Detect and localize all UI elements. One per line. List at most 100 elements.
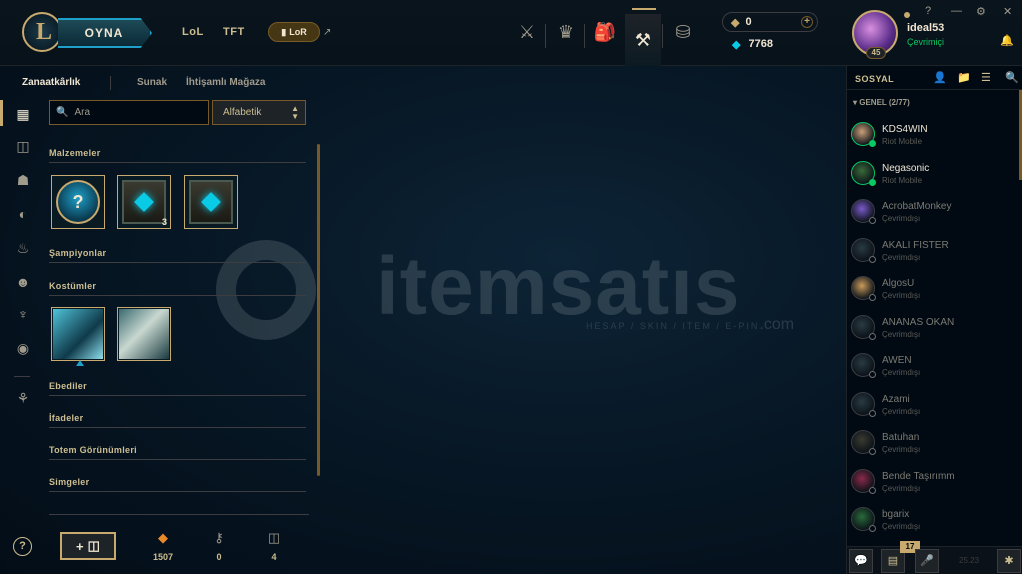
close-icon[interactable]: ✕ [1003, 5, 1012, 18]
champion-icon[interactable]: ☗ [14, 172, 32, 190]
skin-tile[interactable] [117, 307, 171, 361]
social-header: SOSYAL 👤 📁 ☰ 🔍 [847, 66, 1022, 90]
section-skins: Kostümler [49, 281, 97, 291]
orange-essence-stat: ◆ 1507 [143, 530, 183, 562]
nav-lol[interactable]: LoL [182, 26, 204, 38]
chest-icon: ◫ [87, 538, 100, 553]
list-icon[interactable]: ☰ [981, 71, 991, 84]
voice-icon[interactable]: 🎤 [915, 549, 939, 573]
status-dot [869, 255, 876, 263]
masterwork-chest-icon [189, 180, 233, 224]
mystery-orb-icon: ? [56, 180, 100, 224]
friend-status: Çevrimdışı [882, 368, 921, 377]
lor-button[interactable]: ▮ LoR [268, 22, 320, 42]
nav-tft[interactable]: TFT [223, 26, 245, 38]
friend-row[interactable]: ANANAS OKAN Çevrimdışı [847, 311, 1015, 349]
summoner-icon[interactable]: ◉ [14, 340, 32, 358]
clash-icon[interactable]: ⚔ [509, 14, 545, 50]
friend-name: AcrobatMonkey [882, 201, 952, 212]
totem-icon[interactable]: ♆ [14, 306, 32, 324]
notification-dot [904, 12, 910, 18]
friend-row[interactable]: Bende Taşırımm Çevrimdışı [847, 465, 1015, 503]
section-divider [49, 295, 306, 296]
friend-row[interactable]: Negasonic Riot Mobile [847, 157, 1015, 195]
help-icon[interactable]: ? [925, 5, 931, 17]
loot-icon[interactable]: ⚒ [625, 14, 661, 66]
emote-icon[interactable]: ☻ [14, 274, 32, 292]
gear-icon[interactable]: ⚙ [976, 5, 986, 18]
username[interactable]: ideal53 [907, 22, 944, 34]
friend-name: Negasonic [882, 162, 930, 174]
add-friend-icon[interactable]: 👤 [933, 71, 947, 84]
rp-balance[interactable]: ◆ 0 + [722, 12, 818, 32]
tab-altar[interactable]: Sunak [137, 77, 167, 88]
orange-essence-icon: ◆ [158, 530, 168, 545]
search-field[interactable]: 🔍 [49, 100, 209, 125]
friend-group-header[interactable]: ▾ GENEL (2/77) [853, 98, 910, 107]
content-scrollbar[interactable] [317, 144, 320, 476]
external-link-icon: ↗ [323, 27, 332, 38]
rarity-gem-icon [76, 360, 84, 366]
minimize-icon[interactable]: — [951, 5, 962, 17]
social-title: SOSYAL [855, 74, 895, 84]
store-icon[interactable]: ⛁ [665, 14, 701, 50]
search-icon[interactable]: 🔍 [1005, 71, 1019, 84]
tab-mythic-shop[interactable]: İhtişamlı Mağaza [186, 77, 265, 88]
blue-essence-icon: ◆ [732, 39, 741, 51]
friend-name: bgarix [882, 509, 910, 520]
bell-icon[interactable]: 🔔 [1000, 34, 1014, 47]
league-logo[interactable]: L [22, 12, 62, 52]
friend-status: Çevrimdışı [882, 522, 921, 531]
friend-row[interactable]: AWEN Çevrimdışı [847, 349, 1015, 387]
friend-row[interactable]: AKALI FISTER Çevrimdışı [847, 234, 1015, 272]
section-divider [49, 262, 306, 263]
grid-icon[interactable]: ▦ [14, 106, 32, 124]
lor-icon: ▮ [281, 26, 287, 37]
friend-status: Çevrimdışı [882, 329, 921, 339]
add-folder-icon[interactable]: 📁 [957, 71, 971, 84]
buy-rp-button[interactable]: + [801, 16, 813, 28]
material-tile[interactable]: ? [51, 175, 105, 229]
tab-crafting[interactable]: Zanaatkârlık [22, 77, 80, 88]
status-dot [869, 448, 876, 455]
section-divider [49, 162, 306, 163]
help-button[interactable]: ? [13, 537, 32, 556]
crafting-icon[interactable]: ⚘ [14, 390, 32, 408]
watermark-sub: HESAP / SKIN / ITEM / E-PIN.com [586, 316, 795, 333]
be-balance: ◆ 7768 [732, 38, 773, 51]
watermark-logo [216, 240, 316, 340]
section-totems: Totem Görünümleri [49, 445, 137, 455]
bug-icon[interactable]: ✱ [997, 549, 1021, 573]
friend-row[interactable]: Azami Çevrimdışı [847, 388, 1015, 426]
search-icon: 🔍 [56, 107, 69, 118]
hextech-chest-icon [122, 180, 166, 224]
skin-tile[interactable] [51, 307, 105, 366]
status-dot [869, 294, 876, 301]
friend-row[interactable]: KDS4WIN Riot Mobile [847, 118, 1015, 156]
material-tile[interactable]: 3 [117, 175, 171, 229]
skin-mask-icon[interactable]: ◐ [14, 206, 32, 224]
ward-icon[interactable]: ♨ [14, 240, 32, 258]
friend-row[interactable]: bgarix Çevrimdışı [847, 503, 1015, 541]
play-button[interactable]: OYNA [58, 18, 152, 48]
skin-image [53, 309, 103, 359]
status-dot [869, 140, 876, 147]
user-status[interactable]: Çevrimiçi [907, 37, 944, 47]
currency-display: ◆ 0 + ◆ 7768 [722, 12, 818, 56]
add-chest-button[interactable]: + ◫ [60, 532, 116, 560]
sort-dropdown[interactable]: Alfabetik ▲ ▼ [212, 100, 306, 125]
ranked-icon[interactable]: ♛ [548, 14, 584, 50]
friend-row[interactable]: AlgosU Çevrimdışı [847, 272, 1015, 310]
search-input[interactable] [74, 107, 205, 118]
status-dot [869, 217, 876, 224]
friend-status: Çevrimdışı [882, 252, 921, 262]
collection-icon[interactable]: 🎒 [587, 14, 623, 50]
social-panel: SOSYAL 👤 📁 ☰ 🔍 ▾ GENEL (2/77) KDS4WIN Rio… [846, 66, 1022, 574]
friend-name: Azami [882, 393, 910, 405]
material-tile[interactable] [184, 175, 238, 229]
chat-icon[interactable]: 💬 [849, 549, 873, 573]
chest-icon[interactable]: ◫ [14, 138, 32, 156]
friend-row[interactable]: AcrobatMonkey Çevrimdışı [847, 195, 1015, 233]
divider [545, 24, 546, 48]
friend-row[interactable]: Batuhan Çevrimdışı [847, 426, 1015, 464]
